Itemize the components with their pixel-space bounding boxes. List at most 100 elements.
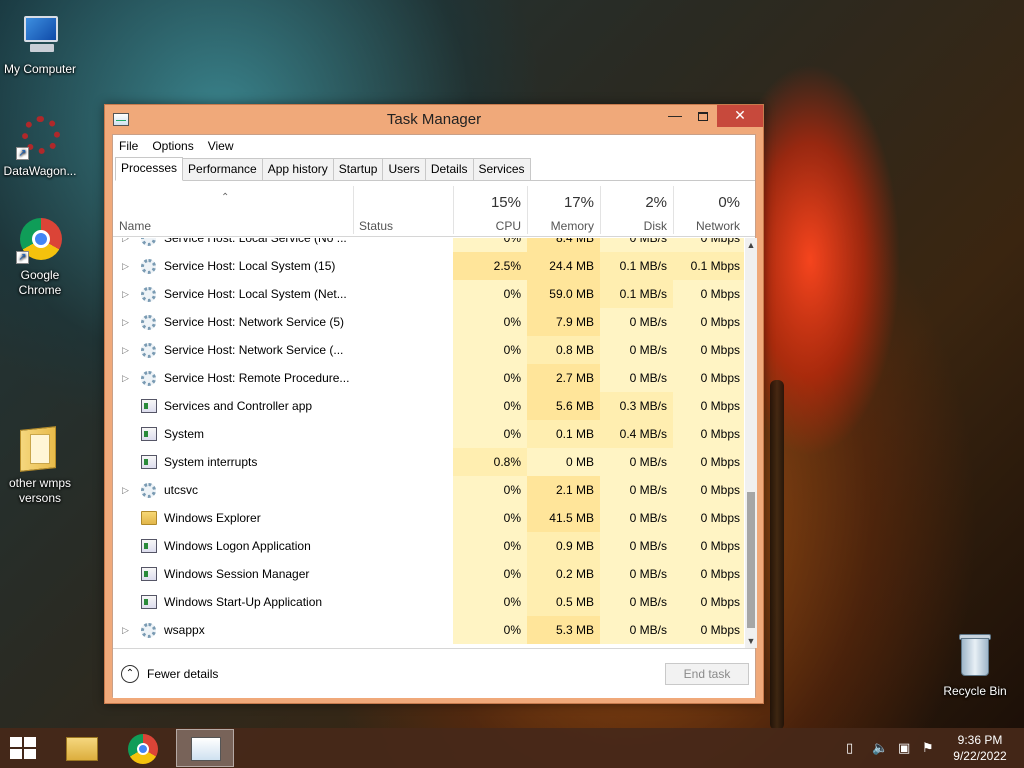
table-row[interactable]: Windows Explorer 0% 41.5 MB 0 MB/s 0 Mbps — [113, 504, 744, 532]
service-gear-icon — [141, 371, 156, 386]
process-network-cell: 0 Mbps — [673, 616, 744, 644]
process-disk-cell: 0 MB/s — [600, 238, 673, 252]
table-row[interactable]: System 0% 0.1 MB 0.4 MB/s 0 Mbps — [113, 420, 744, 448]
process-network-cell: 0 Mbps — [673, 588, 744, 616]
recycle-bin-icon — [951, 632, 999, 680]
menu-file[interactable]: File — [119, 139, 138, 153]
process-network-cell: 0.1 Mbps — [673, 252, 744, 280]
column-header-status[interactable]: Status — [354, 182, 453, 237]
process-memory-cell: 5.6 MB — [527, 392, 600, 420]
service-gear-icon — [141, 343, 156, 358]
expand-arrow-icon[interactable]: ▷ — [122, 238, 129, 252]
taskbar-google-chrome[interactable] — [114, 729, 172, 767]
table-row[interactable]: ▷ Service Host: Remote Procedure... 0% 2.7 … — [113, 364, 744, 392]
process-name-cell: Windows Session Manager — [113, 560, 446, 588]
menu-options[interactable]: Options — [152, 139, 193, 153]
taskbar-task-manager[interactable] — [176, 729, 234, 767]
table-row[interactable]: System interrupts 0.8% 0 MB 0 MB/s 0 Mbps — [113, 448, 744, 476]
process-name: Service Host: Network Service (... — [164, 343, 344, 357]
process-disk-cell: 0.4 MB/s — [600, 420, 673, 448]
title-bar[interactable]: Task Manager — ✕ — [105, 105, 763, 133]
desktop-icon-recycle-bin[interactable]: Recycle Bin — [935, 632, 1015, 699]
tab-startup[interactable]: Startup — [332, 158, 384, 180]
table-row[interactable]: ▷ Service Host: Local Service (No ... 0% 8.… — [113, 238, 744, 252]
process-network-cell: 0 Mbps — [673, 532, 744, 560]
column-header-name[interactable]: ⌃ Name — [113, 182, 353, 237]
end-task-button[interactable]: End task — [665, 663, 749, 685]
menu-view[interactable]: View — [208, 139, 234, 153]
maximize-button[interactable] — [689, 105, 717, 127]
datawagon-icon: ↗ — [16, 112, 64, 160]
memory-total-percent: 17% — [563, 194, 594, 211]
vertical-scrollbar[interactable]: ▲ ▼ — [745, 238, 757, 648]
scrollbar-thumb[interactable] — [747, 492, 755, 628]
column-header-memory[interactable]: 17% Memory — [528, 182, 600, 237]
process-name-cell: ▷ wsappx — [113, 616, 446, 644]
table-row[interactable]: ▷ Service Host: Local System (Net... 0% 59.… — [113, 280, 744, 308]
tab-app-history[interactable]: App history — [261, 158, 334, 180]
column-label-disk: Disk — [643, 219, 667, 233]
service-gear-icon — [141, 238, 156, 246]
close-button[interactable]: ✕ — [717, 105, 763, 127]
tab-details[interactable]: Details — [424, 158, 474, 180]
process-memory-cell: 5.3 MB — [527, 616, 600, 644]
table-row[interactable]: Windows Session Manager 0% 0.2 MB 0 MB/s 0 M… — [113, 560, 744, 588]
expand-arrow-icon[interactable]: ▷ — [122, 280, 129, 308]
expand-arrow-icon[interactable]: ▷ — [122, 308, 129, 336]
process-cpu-cell: 0% — [453, 476, 527, 504]
volume-icon[interactable]: 🔈 — [872, 740, 888, 756]
table-row[interactable]: ▷ wsappx 0% 5.3 MB 0 MB/s 0 Mbps — [113, 616, 744, 644]
process-name-cell: ▷ utcsvc — [113, 476, 446, 504]
fewer-details-button[interactable]: ⌃ Fewer details — [121, 665, 218, 683]
start-button[interactable] — [10, 737, 38, 761]
action-center-icon[interactable]: ▯ — [846, 740, 853, 756]
scroll-down-arrow-icon[interactable]: ▼ — [745, 634, 757, 648]
table-row[interactable]: ▷ Service Host: Network Service (... 0% 0.8… — [113, 336, 744, 364]
desktop-icon-folder[interactable]: other wmps versons — [0, 424, 80, 506]
maximize-icon — [698, 111, 708, 121]
expand-arrow-icon[interactable]: ▷ — [122, 252, 129, 280]
window-client-area: File Options View Processes Performance … — [112, 134, 757, 698]
process-name: Service Host: Local Service (No ... — [164, 238, 347, 245]
process-memory-cell: 7.9 MB — [527, 308, 600, 336]
folder-icon — [16, 424, 64, 472]
process-disk-cell: 0.1 MB/s — [600, 252, 673, 280]
computer-icon — [16, 10, 64, 58]
table-row[interactable]: ▷ Service Host: Local System (15) 2.5% 24.4… — [113, 252, 744, 280]
expand-arrow-icon[interactable]: ▷ — [122, 476, 129, 504]
system-clock[interactable]: 9:36 PM 9/22/2022 — [940, 732, 1020, 764]
process-disk-cell: 0 MB/s — [600, 560, 673, 588]
process-list: ▷ Service Host: Local Service (No ... 0% 8.… — [113, 238, 744, 648]
expand-arrow-icon[interactable]: ▷ — [122, 336, 129, 364]
scroll-up-arrow-icon[interactable]: ▲ — [745, 238, 757, 252]
tab-processes[interactable]: Processes — [115, 157, 184, 181]
expand-arrow-icon[interactable]: ▷ — [122, 364, 129, 392]
table-row[interactable]: Windows Logon Application 0% 0.9 MB 0 MB/s 0… — [113, 532, 744, 560]
expand-arrow-icon[interactable]: ▷ — [122, 616, 129, 644]
taskbar-file-explorer[interactable] — [52, 729, 110, 767]
table-row[interactable]: Windows Start-Up Application 0% 0.5 MB 0 MB… — [113, 588, 744, 616]
chevron-up-circle-icon: ⌃ — [121, 665, 139, 683]
table-row[interactable]: ▷ Service Host: Network Service (5) 0% 7.9 … — [113, 308, 744, 336]
network-icon[interactable]: ▣ — [898, 740, 910, 756]
service-gear-icon — [141, 259, 156, 274]
process-disk-cell: 0 MB/s — [600, 504, 673, 532]
process-memory-cell: 41.5 MB — [527, 504, 600, 532]
desktop-icon-google-chrome[interactable]: ↗ Google Chrome — [0, 216, 80, 298]
notification-flag-icon[interactable]: ⚑ — [922, 740, 934, 756]
desktop-icon-datawagon[interactable]: ↗ DataWagon... — [0, 112, 80, 179]
column-header-disk[interactable]: 2% Disk — [601, 182, 673, 237]
table-row[interactable]: ▷ utcsvc 0% 2.1 MB 0 MB/s 0 Mbps — [113, 476, 744, 504]
process-cpu-cell: 0.8% — [453, 448, 527, 476]
process-cpu-cell: 0% — [453, 280, 527, 308]
tab-services[interactable]: Services — [472, 158, 531, 180]
column-label-status: Status — [359, 219, 394, 233]
column-header-network[interactable]: 0% Network — [674, 182, 746, 237]
desktop-icon-label: DataWagon... — [3, 164, 77, 178]
minimize-button[interactable]: — — [661, 105, 689, 127]
column-header-cpu[interactable]: 15% CPU — [454, 182, 527, 237]
table-row[interactable]: Services and Controller app 0% 5.6 MB 0.3 M… — [113, 392, 744, 420]
desktop-icon-my-computer[interactable]: My Computer — [0, 10, 80, 77]
tab-performance[interactable]: Performance — [182, 158, 263, 180]
tab-users[interactable]: Users — [382, 158, 426, 180]
